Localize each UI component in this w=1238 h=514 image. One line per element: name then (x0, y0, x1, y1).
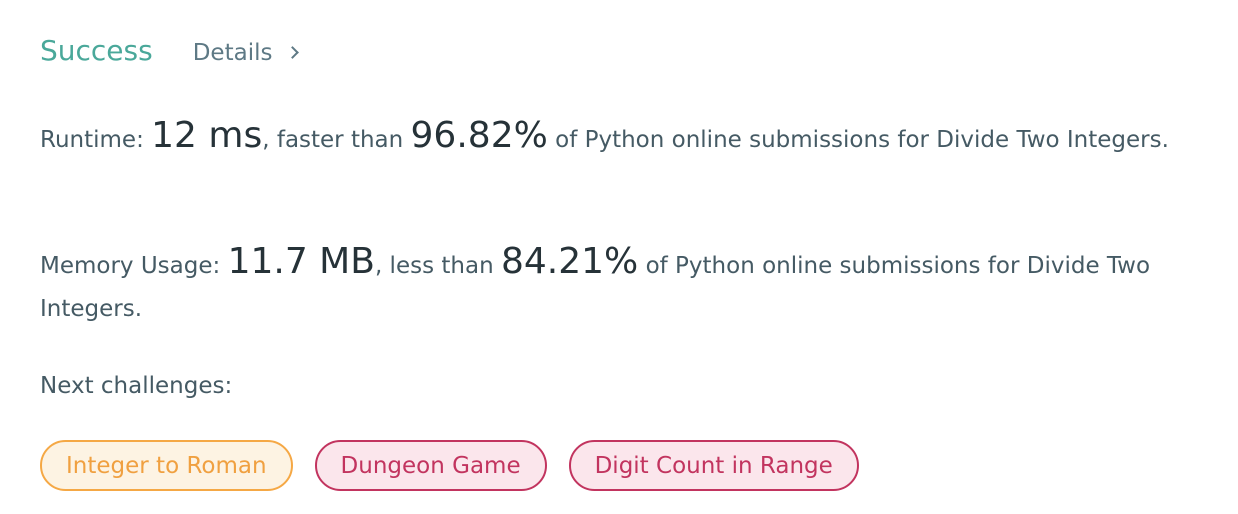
runtime-value: 12 ms (151, 115, 263, 156)
runtime-label: Runtime: (40, 127, 144, 153)
status-success: Success (40, 34, 153, 67)
details-link[interactable]: Details (192, 40, 300, 66)
runtime-tail: of Python online submissions for Divide … (555, 127, 1169, 153)
details-label: Details (192, 40, 273, 66)
challenge-chip-digit-count-in-range[interactable]: Digit Count in Range (568, 440, 859, 491)
memory-label: Memory Usage: (40, 253, 221, 279)
runtime-stat: Runtime: 12 ms, faster than 96.82% of Py… (40, 114, 1220, 162)
memory-stat: Memory Usage: 11.7 MB, less than 84.21% … (40, 240, 1220, 331)
memory-percent: 84.21% (500, 241, 639, 282)
runtime-percent: 96.82% (410, 115, 548, 156)
result-header: Success Details (40, 34, 300, 67)
next-challenges-title: Next challenges: (40, 373, 233, 399)
challenge-chip-dungeon-game[interactable]: Dungeon Game (314, 440, 547, 491)
challenge-chip-integer-to-roman[interactable]: Integer to Roman (40, 440, 293, 491)
runtime-comparison: , faster than (262, 127, 404, 153)
chevron-right-icon (286, 45, 300, 59)
memory-comparison: , less than (374, 253, 494, 279)
next-challenges-list: Integer to Roman Dungeon Game Digit Coun… (40, 440, 859, 491)
memory-value: 11.7 MB (227, 241, 375, 282)
